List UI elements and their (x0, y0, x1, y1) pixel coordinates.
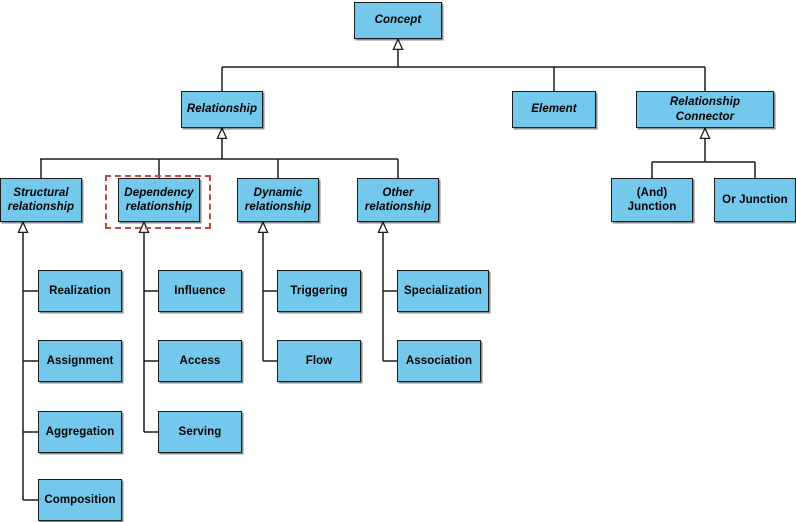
node-label: Element (531, 103, 577, 116)
node-relationship-connector[interactable]: Relationship Connector (636, 91, 774, 128)
node-label: Association (405, 354, 473, 367)
node-flow[interactable]: Flow (277, 340, 361, 382)
node-label: Other relationship (364, 186, 432, 213)
node-assignment[interactable]: Assignment (38, 340, 122, 382)
node-structural-relationship[interactable]: Structural relationship (0, 178, 82, 222)
node-label: Assignment (46, 354, 114, 367)
node-label: (And) Junction (627, 186, 677, 213)
node-label: Structural relationship (7, 186, 75, 213)
node-aggregation[interactable]: Aggregation (38, 411, 122, 453)
node-label: Dynamic relationship (244, 186, 312, 213)
node-label: Concept (374, 14, 422, 27)
node-realization[interactable]: Realization (38, 270, 122, 312)
node-element[interactable]: Element (512, 91, 596, 128)
node-composition[interactable]: Composition (38, 479, 122, 521)
node-access[interactable]: Access (158, 340, 242, 382)
node-label: Aggregation (45, 425, 115, 438)
node-label: Flow (305, 354, 333, 367)
node-dynamic-relationship[interactable]: Dynamic relationship (237, 178, 319, 222)
node-label: Triggering (290, 284, 348, 297)
node-or-junction[interactable]: Or Junction (714, 178, 796, 222)
node-label: Dependency relationship (124, 186, 194, 213)
node-influence[interactable]: Influence (158, 270, 242, 312)
node-dependency-relationship[interactable]: Dependency relationship (118, 178, 200, 222)
node-label: Relationship (186, 103, 258, 116)
node-concept[interactable]: Concept (354, 2, 442, 39)
node-label: Composition (44, 493, 116, 506)
node-label: Serving (178, 425, 222, 438)
node-label: Influence (174, 284, 226, 297)
node-other-relationship[interactable]: Other relationship (357, 178, 439, 222)
node-specialization[interactable]: Specialization (397, 270, 489, 312)
node-label: Relationship Connector (669, 96, 741, 123)
node-label: Access (179, 354, 221, 367)
node-and-junction[interactable]: (And) Junction (611, 178, 693, 222)
node-serving[interactable]: Serving (158, 411, 242, 453)
node-label: Realization (49, 284, 111, 297)
node-relationship[interactable]: Relationship (181, 91, 263, 128)
node-association[interactable]: Association (397, 340, 481, 382)
node-label: Specialization (403, 284, 483, 297)
node-triggering[interactable]: Triggering (277, 270, 361, 312)
diagram-canvas[interactable]: Concept Relationship Element Relationship C… (0, 0, 796, 522)
node-label: Or Junction (722, 193, 788, 206)
